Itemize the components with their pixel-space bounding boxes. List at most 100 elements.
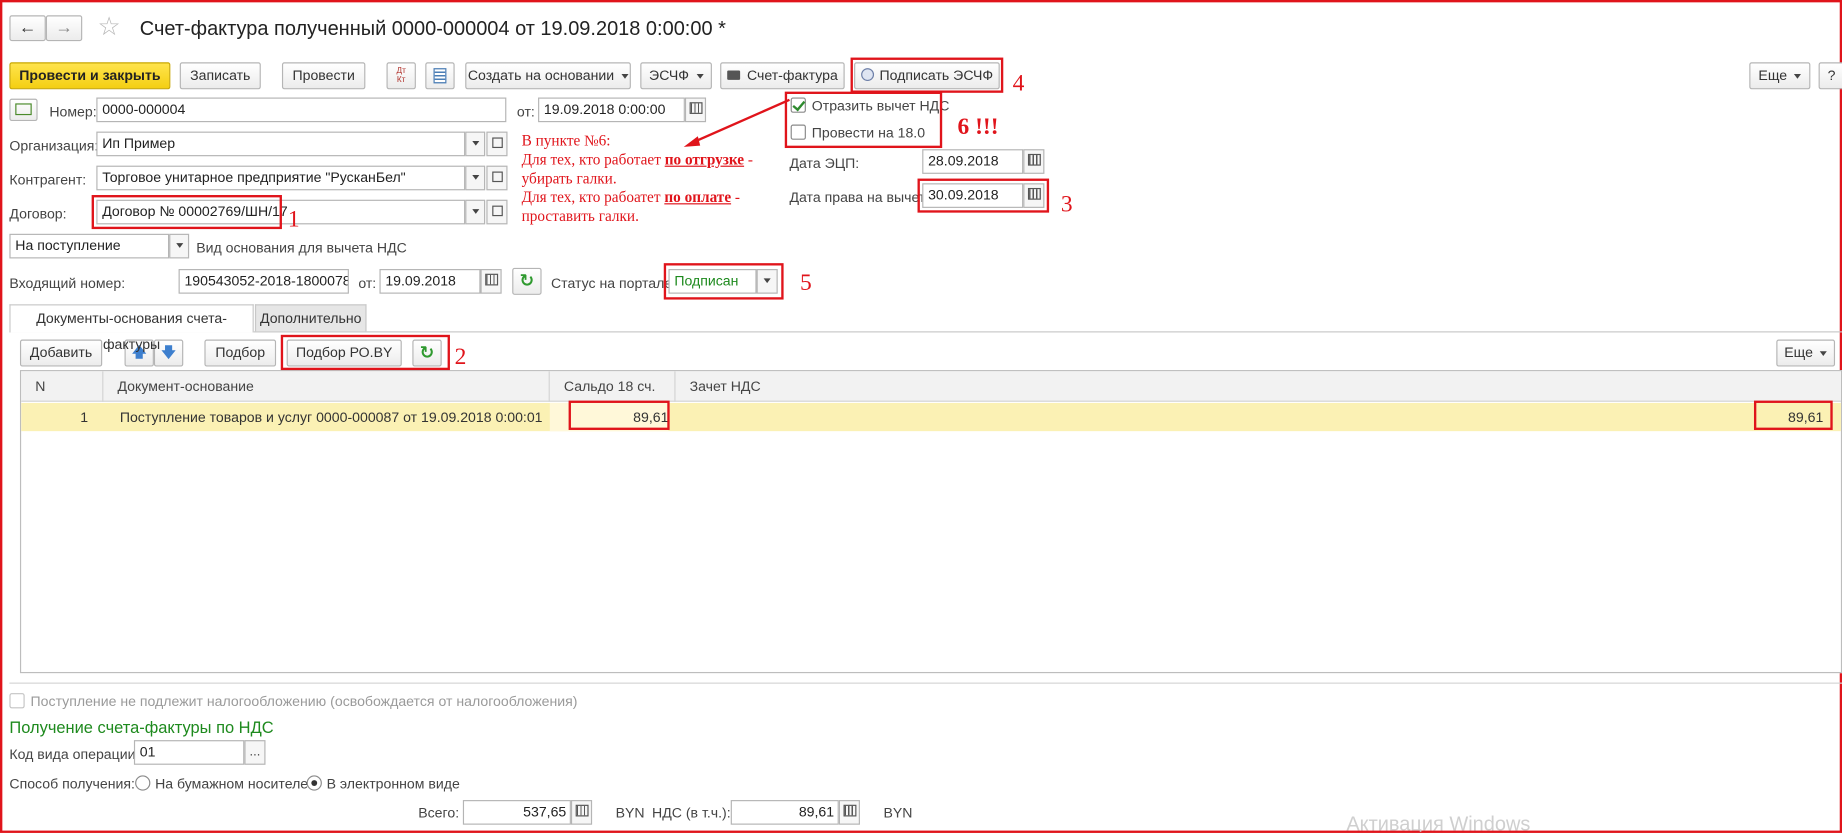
invoice-print-button[interactable]: Счет-фактура [720,62,845,90]
basis-type-select[interactable]: На поступление [9,233,170,259]
chevron-down-icon [621,73,629,79]
ecp-date-calendar-button[interactable] [1023,149,1045,174]
annotation-number-1: 1 [287,206,300,233]
sign-esf-button[interactable]: Подписать ЭСЧФ [854,62,1000,90]
chevron-down-icon [471,141,479,146]
calendar-icon [1027,188,1041,200]
incoming-date-input[interactable]: 19.09.2018 [379,269,481,294]
number-input[interactable]: 0000-000004 [96,97,507,123]
total-input[interactable]: 537,65 [462,800,571,825]
total-label: Всего: [418,804,460,822]
report-button[interactable] [425,62,455,90]
annotation-note-line4: Для тех, кто рабоатет по оплате - [522,188,740,207]
org-input[interactable]: Ип Пример [96,131,466,157]
org-open-button[interactable] [486,131,508,157]
table-row[interactable]: 1 Поступление товаров и услуг 0000-00008… [21,402,1841,432]
create-on-basis-label: Создать на основании [467,66,615,84]
op-code-select-button[interactable]: ... [244,740,266,765]
column-header-document[interactable]: Документ-основание [103,371,550,402]
deduction-date-input[interactable]: 30.09.2018 [922,183,1024,208]
table-more-label: Еще [1784,344,1813,361]
checkmark-icon [792,97,806,112]
total-calculator-button[interactable] [570,800,593,825]
calculator-icon [575,804,588,817]
post-button[interactable]: Провести [281,62,366,90]
basis-type-dropdown-button[interactable] [169,233,190,259]
note-text: - [731,187,741,206]
table-more-button[interactable]: Еще [1776,339,1836,367]
tab-panel-border [9,331,1842,333]
invoice-window: ← → ☆ Счет-фактура полученный 0000-00000… [0,0,1842,833]
portal-status-label: Статус на портале: [550,274,677,292]
vat-calculator-button[interactable] [838,800,860,825]
paper-label: На бумажном носителе [155,775,309,792]
paper-radio[interactable] [135,775,151,791]
dt-kt-button[interactable]: Дт Кт [386,62,416,90]
ecp-date-label: Дата ЭЦП: [789,155,860,172]
section-title: Получение счета-фактуры по НДС [9,717,274,737]
note-text: Для тех, кто работает [521,150,665,168]
contract-open-button[interactable] [486,199,508,225]
column-header-vat-offset[interactable]: Зачет НДС [676,371,1841,402]
refresh-table-button[interactable]: ↻ [412,339,442,367]
chevron-down-icon [471,175,479,180]
currency-2: BYN [883,804,913,822]
annotation-note-line3: убирать галки. [521,169,617,187]
forward-button[interactable]: → [45,15,83,42]
cell-saldo: 89,61 [549,402,669,432]
contract-dropdown-button[interactable] [465,199,486,225]
incoming-date-calendar-button[interactable] [480,269,502,294]
more-label: Еще [1758,66,1788,84]
post-and-close-button[interactable]: Провести и закрыть [9,62,171,90]
pick-roby-button[interactable]: Подбор РО.BY [286,339,402,367]
sign-icon [860,68,874,82]
date-input[interactable]: 19.09.2018 0:00:00 [538,97,685,123]
column-header-saldo[interactable]: Сальдо 18 сч. [550,371,676,402]
contract-input[interactable]: Договор № 00002769/ШН/17 [96,199,466,225]
annotation-note-line1: В пункте №6: [521,131,611,150]
contractor-dropdown-button[interactable] [465,165,486,191]
deduction-date-calendar-button[interactable] [1023,183,1045,208]
post-18-label: Провести на 18.0 [811,124,926,141]
calendar-icon [484,273,498,286]
annotation-arrow [683,98,790,147]
contractor-open-button[interactable] [486,165,508,191]
pick-button[interactable]: Подбор [204,339,277,367]
annotation-number-6: 6 !!! [957,113,999,140]
footer-divider [9,682,1842,684]
vat-input[interactable]: 89,61 [730,800,839,825]
deduction-date-label: Дата права на вычет: [789,189,930,206]
chevron-down-icon [471,209,479,214]
radio-dot-icon [311,780,318,786]
open-icon [491,205,503,216]
electronic-radio[interactable] [306,775,322,791]
esf-menu-label: ЭСЧФ [649,66,690,84]
ecp-date-input[interactable]: 28.09.2018 [922,149,1024,174]
contractor-input[interactable]: Торговое унитарное предприятие "РусканБе… [96,165,466,191]
add-row-button[interactable]: Добавить [19,339,103,367]
portal-status-dropdown-button[interactable] [756,269,778,294]
org-dropdown-button[interactable] [465,131,486,157]
esf-menu-button[interactable]: ЭСЧФ [640,62,712,90]
help-button[interactable]: ? [1818,62,1842,90]
cell-vat-offset: 89,61 [1788,408,1824,426]
refresh-status-button[interactable]: ↻ [512,267,542,295]
create-on-basis-button[interactable]: Создать на основании [465,62,631,90]
incoming-number-label: Входящий номер: [9,274,126,292]
op-code-label: Код вида операции: [9,745,140,763]
note-emphasis: по оплате [664,187,732,206]
tab-additional[interactable]: Дополнительно [254,304,367,332]
favorite-star-icon[interactable]: ☆ [98,12,121,41]
incoming-number-input[interactable]: 190543052-2018-180007809 [178,269,349,294]
op-code-input[interactable]: 01 [133,740,245,765]
column-header-n[interactable]: N [21,371,104,402]
more-button[interactable]: Еще [1749,62,1811,90]
exempt-checkbox[interactable] [9,693,25,709]
edit-number-button[interactable] [9,98,38,122]
number-label: Номер: [49,103,97,120]
calendar-icon [1027,154,1041,166]
back-button[interactable]: ← [9,15,46,42]
tab-documents[interactable]: Документы-основания счета-фактуры [9,304,254,352]
portal-status-select[interactable]: Подписан [668,269,757,294]
save-button[interactable]: Записать [179,62,261,90]
